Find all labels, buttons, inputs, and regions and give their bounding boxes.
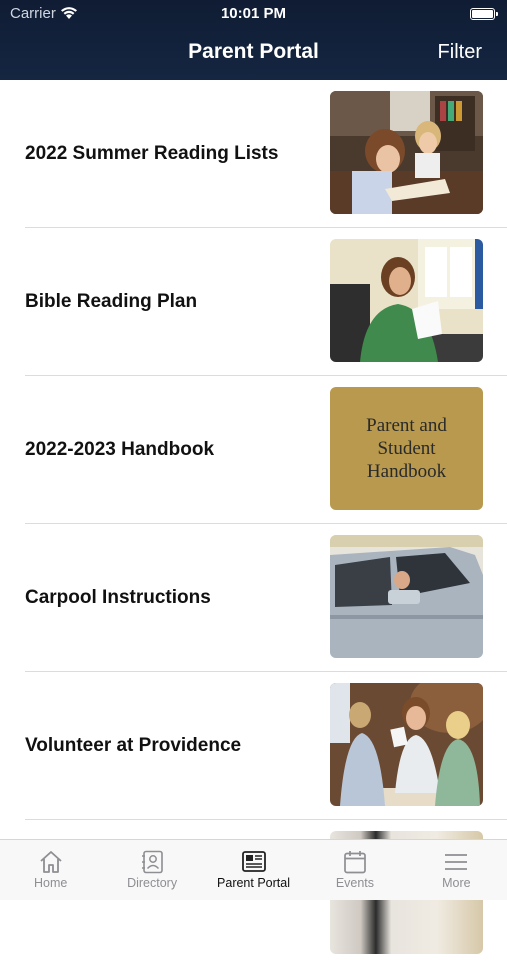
tab-label: Home <box>34 876 68 890</box>
list-item[interactable]: 2022 Summer Reading Lists <box>0 80 507 228</box>
tab-bar: Home Directory Parent Portal Events More <box>0 839 507 900</box>
list-item[interactable]: Volunteer at Providence <box>0 672 507 820</box>
status-bar: Carrier 10:01 PM <box>0 4 507 24</box>
volunteer-photo <box>330 683 483 806</box>
item-title: Bible Reading Plan <box>25 291 198 312</box>
tab-home[interactable]: Home <box>0 840 101 900</box>
filter-button[interactable]: Filter <box>438 41 482 64</box>
item-title: 2022-2023 Handbook <box>25 439 215 460</box>
nav-header: Carrier 10:01 PM Parent Portal Filter <box>0 0 507 80</box>
calendar-icon <box>304 850 405 874</box>
cover-line-2: Student <box>377 438 436 459</box>
battery-icon <box>470 8 498 20</box>
tab-label: Parent Portal <box>217 876 290 890</box>
cover-line-1: Parent and <box>366 415 447 436</box>
list-item[interactable]: Bible Reading Plan <box>0 228 507 376</box>
tab-more[interactable]: More <box>406 840 507 900</box>
tab-directory[interactable]: Directory <box>101 840 202 900</box>
menu-icon <box>406 850 507 874</box>
tab-parent-portal[interactable]: Parent Portal <box>203 840 304 900</box>
item-title: Volunteer at Providence <box>25 735 242 756</box>
list-item[interactable]: 2022-2023 Handbook Parent and Student Ha… <box>0 376 507 524</box>
home-icon <box>0 850 101 874</box>
contacts-icon <box>101 850 202 874</box>
status-time: 10:01 PM <box>220 5 287 22</box>
car-photo <box>330 535 483 658</box>
cover-line-3: Handbook <box>366 461 447 482</box>
tab-label: Directory <box>127 876 178 890</box>
handbook-cover: Parent and Student Handbook <box>330 387 483 510</box>
teacher-photo <box>330 239 483 362</box>
page-title: Parent Portal <box>188 40 319 63</box>
tab-label: Events <box>335 876 375 890</box>
newspaper-icon <box>203 850 304 874</box>
item-title: Carpool Instructions <box>25 587 211 608</box>
portal-list: 2022 Summer Reading Lists Bible Reading … <box>0 80 507 968</box>
tab-label: More <box>442 876 471 890</box>
list-item[interactable]: Carpool Instructions <box>0 524 507 672</box>
tab-events[interactable]: Events <box>304 840 405 900</box>
reading-photo <box>330 91 483 214</box>
item-title: 2022 Summer Reading Lists <box>25 143 279 164</box>
